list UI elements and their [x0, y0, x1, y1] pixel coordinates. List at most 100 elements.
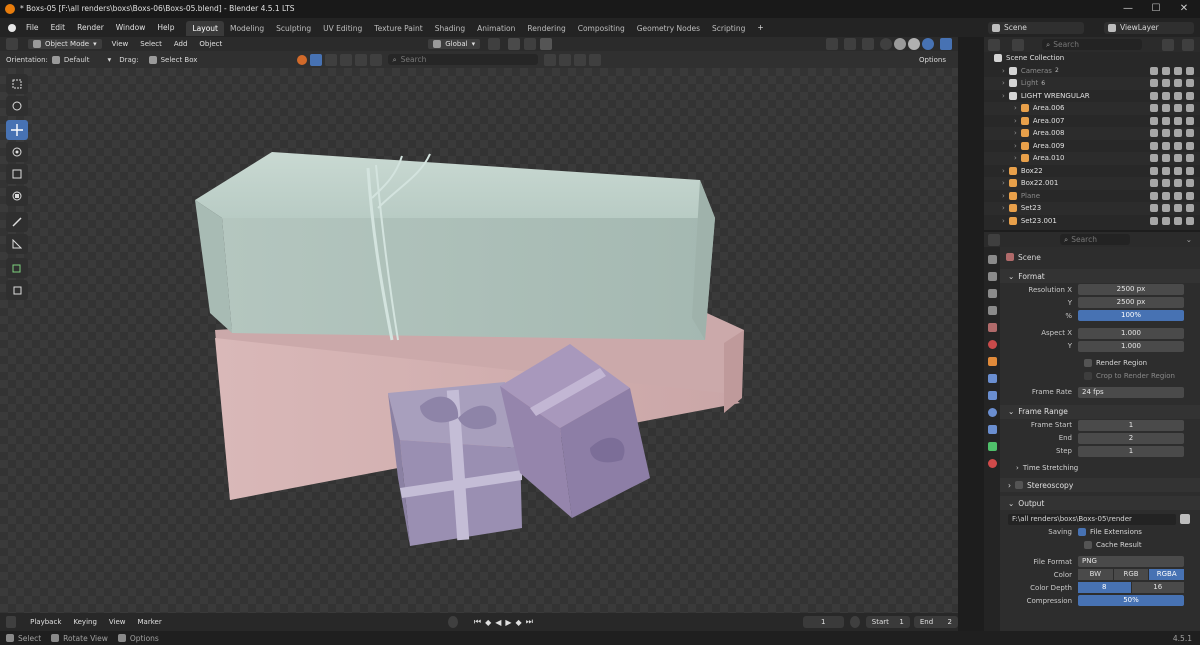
menu-render[interactable]: Render [71, 18, 110, 37]
format-panel-header[interactable]: ⌄ Format [1000, 269, 1200, 283]
camera-icon[interactable] [1186, 116, 1194, 125]
select-mode-invert-icon[interactable] [355, 53, 368, 66]
outliner-item[interactable]: › Plane [984, 190, 1200, 203]
select-mode-extend-icon[interactable] [325, 53, 338, 66]
tab-layout[interactable]: Layout [186, 21, 224, 36]
maximize-button[interactable]: ☐ [1146, 2, 1166, 16]
frame-range-panel-header[interactable]: ⌄ Frame Range [1000, 404, 1200, 419]
add-object-tool[interactable] [6, 280, 28, 300]
camera-icon[interactable] [1186, 104, 1194, 112]
camera-icon[interactable] [1186, 204, 1194, 212]
scene-selector[interactable]: Scene [988, 21, 1084, 34]
viewport-toggle-icon[interactable] [1174, 116, 1182, 125]
select-toggle-icon[interactable] [1150, 79, 1158, 87]
eye-icon[interactable] [1162, 179, 1170, 187]
current-frame-field[interactable]: 1 [802, 616, 844, 628]
camera-icon[interactable] [1186, 216, 1194, 225]
chevron-right-icon[interactable]: › [1014, 154, 1017, 162]
eye-icon[interactable] [1162, 216, 1170, 225]
chevron-right-icon[interactable]: › [1014, 117, 1017, 125]
file-format-dropdown[interactable]: PNG [1078, 556, 1184, 568]
3d-viewport[interactable] [0, 68, 958, 613]
chevron-right-icon[interactable]: › [1014, 142, 1017, 150]
outliner-item[interactable]: › Box22 [984, 165, 1200, 178]
cursor-tool[interactable] [6, 96, 28, 116]
frame-end-field[interactable]: 2 [1078, 432, 1184, 444]
physics-tab-icon[interactable] [987, 408, 997, 417]
camera-icon[interactable] [1186, 129, 1194, 137]
tab-geometry-nodes[interactable]: Geometry Nodes [631, 21, 706, 36]
select-toggle-icon[interactable] [1150, 91, 1158, 100]
eye-icon[interactable] [1162, 166, 1170, 175]
select-toggle-icon[interactable] [1150, 204, 1158, 212]
menu-edit[interactable]: Edit [45, 18, 72, 37]
frame-step-field[interactable]: 1 [1078, 445, 1184, 457]
mint-box-model[interactable] [195, 152, 715, 341]
prev-keyframe-icon[interactable]: ◆ [485, 618, 491, 627]
tab-shading[interactable]: Shading [429, 21, 471, 36]
outliner-item[interactable]: › Light 6 [984, 77, 1200, 90]
tool-tab-icon[interactable] [987, 255, 997, 264]
file-extensions-checkbox[interactable] [1078, 528, 1086, 537]
viewport-menu-view[interactable]: View [106, 37, 135, 51]
xray-icon[interactable] [862, 38, 874, 50]
select-box-tool[interactable] [6, 74, 28, 94]
timeline-menu-marker[interactable]: Marker [132, 613, 168, 631]
modifiers-tab-icon[interactable] [987, 374, 997, 383]
chevron-right-icon[interactable]: › [1002, 67, 1005, 75]
view-layer-tab-icon[interactable] [987, 306, 997, 315]
viewport-toggle-icon[interactable] [1174, 154, 1182, 162]
eye-icon[interactable] [1162, 129, 1170, 137]
viewport-toggle-icon[interactable] [1174, 191, 1182, 200]
jump-end-icon[interactable]: ⏭ [526, 617, 533, 627]
filter-icon[interactable] [1162, 38, 1174, 51]
camera-icon[interactable] [1186, 79, 1194, 87]
render-region-row[interactable]: Render Region [1000, 357, 1200, 370]
object-tab-icon[interactable] [987, 357, 997, 366]
scale-tool[interactable] [6, 164, 28, 184]
outliner-item[interactable]: › LIGHT WRENGULAR [984, 90, 1200, 103]
particles-tab-icon[interactable] [987, 391, 997, 400]
viewport-menu-add[interactable]: Add [168, 37, 194, 51]
eye-icon[interactable] [1162, 116, 1170, 125]
view-layer-selector[interactable]: ViewLayer [1104, 21, 1194, 34]
chevron-right-icon[interactable]: › [1014, 129, 1017, 137]
camera-icon[interactable] [1186, 154, 1194, 162]
constraints-tab-icon[interactable] [987, 425, 997, 434]
rotate-tool[interactable] [6, 142, 28, 162]
view-icon[interactable] [574, 53, 587, 66]
collapse-icon[interactable]: ⌄ [1186, 235, 1192, 244]
mode-dropdown[interactable]: Object Mode ▾ [28, 39, 102, 49]
select-toggle-icon[interactable] [1150, 191, 1158, 200]
material-tab-icon[interactable] [987, 459, 997, 468]
render-tab-icon[interactable] [987, 272, 997, 281]
purple-gift-left-model[interactable] [388, 382, 522, 546]
resolution-y-field[interactable]: 2500 px [1078, 297, 1184, 309]
outliner-editor-icon[interactable] [988, 38, 1000, 51]
close-button[interactable]: ✕ [1174, 2, 1194, 16]
viewport-toggle-icon[interactable] [1174, 129, 1182, 137]
select-toggle-icon[interactable] [1150, 154, 1158, 162]
drag-dropdown[interactable]: Select Box [148, 55, 197, 64]
properties-search-input[interactable]: ⌕ Search [1060, 234, 1130, 245]
bookmark-icon[interactable] [559, 53, 572, 66]
select-toggle-icon[interactable] [1150, 216, 1158, 225]
time-stretching-subpanel[interactable]: › Time Stretching [1000, 462, 1200, 475]
options-dropdown[interactable]: Options [919, 56, 946, 64]
folder-icon[interactable] [1180, 514, 1190, 525]
outliner-item[interactable]: › Area.008 [984, 127, 1200, 140]
blender-menu-icon[interactable] [8, 23, 16, 32]
camera-icon[interactable] [1186, 191, 1194, 200]
pivot-icon[interactable] [488, 38, 501, 50]
color-depth-option-8[interactable]: 8 [1078, 582, 1131, 594]
viewport-toggle-icon[interactable] [1174, 104, 1182, 112]
color-depth-option-16[interactable]: 16 [1131, 582, 1184, 594]
select-toggle-icon[interactable] [1150, 66, 1158, 75]
select-toggle-icon[interactable] [1150, 141, 1158, 150]
new-collection-icon[interactable] [1182, 38, 1194, 51]
wireframe-shading-icon[interactable] [880, 38, 892, 50]
timeline-menu-keying[interactable]: Keying [67, 613, 103, 631]
tab-scripting[interactable]: Scripting [706, 21, 751, 36]
filter-icon[interactable] [589, 53, 602, 66]
camera-icon[interactable] [1186, 166, 1194, 175]
